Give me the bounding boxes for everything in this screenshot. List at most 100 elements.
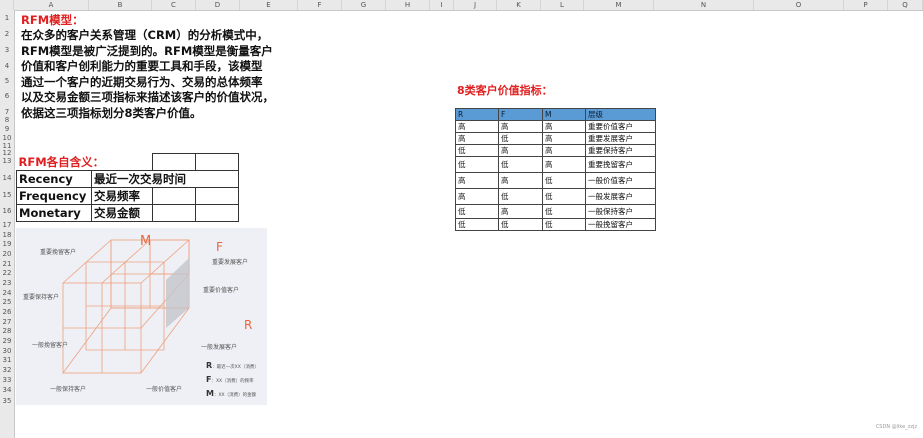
cell-r[interactable]: 低 xyxy=(455,156,499,173)
cell-level[interactable]: 一般发展客户 xyxy=(585,188,656,205)
empty-cell[interactable] xyxy=(195,186,239,205)
cell-f[interactable]: 低 xyxy=(498,188,543,205)
row-header[interactable]: 35 xyxy=(0,397,14,405)
row-header[interactable]: 7 xyxy=(0,108,14,116)
cell-f[interactable]: 高 xyxy=(498,120,543,133)
row-header[interactable]: 1 xyxy=(0,14,14,22)
column-header-b[interactable]: B xyxy=(89,0,152,10)
cell-level[interactable]: 重要发展客户 xyxy=(585,132,656,145)
cell-r[interactable]: 低 xyxy=(455,144,499,157)
row-header[interactable]: 17 xyxy=(0,221,14,229)
header-level[interactable]: 层级 xyxy=(585,108,656,121)
definition-term[interactable]: Frequency xyxy=(16,186,92,205)
row-header[interactable]: 4 xyxy=(0,62,14,70)
row-header[interactable]: 2 xyxy=(0,30,14,38)
empty-cell[interactable] xyxy=(195,203,239,222)
cell-m[interactable]: 低 xyxy=(542,172,586,189)
row-header[interactable]: 5 xyxy=(0,77,14,85)
column-header-g[interactable]: G xyxy=(342,0,386,10)
cell-m[interactable]: 高 xyxy=(542,144,586,157)
column-header-o[interactable]: O xyxy=(754,0,844,10)
select-all-corner[interactable] xyxy=(0,0,14,10)
row-header[interactable]: 29 xyxy=(0,337,14,345)
row-header[interactable]: 19 xyxy=(0,240,14,248)
cell-m[interactable]: 高 xyxy=(542,132,586,145)
cell-m[interactable]: 高 xyxy=(542,120,586,133)
rfm-model-title[interactable]: RFM模型： xyxy=(21,12,84,28)
value-table-title[interactable]: 8类客户价值指标： xyxy=(457,82,553,98)
column-header-f[interactable]: F xyxy=(298,0,342,10)
cell-f[interactable]: 高 xyxy=(498,204,543,219)
cell-f[interactable]: 高 xyxy=(498,172,543,189)
column-header-i[interactable]: I xyxy=(430,0,454,10)
row-header[interactable]: 10 xyxy=(0,134,14,142)
row-header[interactable]: 26 xyxy=(0,308,14,316)
row-header[interactable]: 28 xyxy=(0,327,14,335)
empty-cell[interactable] xyxy=(152,186,196,205)
cell-f[interactable]: 低 xyxy=(498,156,543,173)
empty-cell[interactable] xyxy=(195,153,239,171)
row-header[interactable]: 18 xyxy=(0,231,14,239)
definition-term[interactable]: Recency xyxy=(16,169,92,188)
column-header-j[interactable]: J xyxy=(454,0,497,10)
cell-level[interactable]: 一般保持客户 xyxy=(585,204,656,219)
row-header[interactable]: 6 xyxy=(0,92,14,100)
header-m[interactable]: M xyxy=(542,108,586,121)
row-header[interactable]: 21 xyxy=(0,260,14,268)
row-header[interactable]: 23 xyxy=(0,279,14,287)
row-header[interactable]: 33 xyxy=(0,376,14,384)
cell-level[interactable]: 一般挽留客户 xyxy=(585,218,656,231)
row-header[interactable]: 8 xyxy=(0,116,14,124)
empty-cell[interactable] xyxy=(152,153,196,171)
cell-r[interactable]: 高 xyxy=(455,172,499,189)
row-header[interactable]: 16 xyxy=(0,207,14,215)
definition-meaning[interactable]: 最近一次交易时间 xyxy=(91,169,239,188)
cell-m[interactable]: 低 xyxy=(542,188,586,205)
definition-title-cell[interactable]: RFM各自含义： xyxy=(16,153,153,171)
rfm-cube-image[interactable]: M F R 重要挽留客户 重要发展客户 重要保持客户 重要价值客户 一般挽留客户… xyxy=(16,228,267,405)
column-header-h[interactable]: H xyxy=(386,0,430,10)
cell-f[interactable]: 低 xyxy=(498,132,543,145)
row-header[interactable]: 30 xyxy=(0,347,14,355)
header-r[interactable]: R xyxy=(455,108,499,121)
cell-m[interactable]: 低 xyxy=(542,204,586,219)
row-header[interactable]: 31 xyxy=(0,356,14,364)
cell-f[interactable]: 低 xyxy=(498,218,543,231)
cell-level[interactable]: 重要保持客户 xyxy=(585,144,656,157)
row-header[interactable]: 15 xyxy=(0,191,14,199)
row-header[interactable]: 3 xyxy=(0,46,14,54)
cell-m[interactable]: 低 xyxy=(542,218,586,231)
row-header[interactable]: 13 xyxy=(0,157,14,165)
cell-f[interactable]: 高 xyxy=(498,144,543,157)
row-header[interactable]: 22 xyxy=(0,269,14,277)
row-header[interactable]: 32 xyxy=(0,366,14,374)
row-header[interactable]: 20 xyxy=(0,250,14,258)
cell-r[interactable]: 低 xyxy=(455,204,499,219)
row-header[interactable]: 27 xyxy=(0,318,14,326)
column-header-d[interactable]: D xyxy=(196,0,240,10)
cell-level[interactable]: 重要价值客户 xyxy=(585,120,656,133)
cell-r[interactable]: 高 xyxy=(455,188,499,205)
row-header[interactable]: 9 xyxy=(0,125,14,133)
row-header[interactable]: 34 xyxy=(0,386,14,394)
column-header-m[interactable]: M xyxy=(584,0,654,10)
column-header-e[interactable]: E xyxy=(240,0,298,10)
row-header[interactable]: 25 xyxy=(0,298,14,306)
cell-m[interactable]: 高 xyxy=(542,156,586,173)
row-header[interactable]: 24 xyxy=(0,289,14,297)
column-header-p[interactable]: P xyxy=(844,0,888,10)
definition-term[interactable]: Monetary xyxy=(16,203,92,222)
row-header[interactable]: 14 xyxy=(0,174,14,182)
cell-level[interactable]: 重要挽留客户 xyxy=(585,156,656,173)
column-header-n[interactable]: N xyxy=(654,0,754,10)
header-f[interactable]: F xyxy=(498,108,543,121)
column-header-q[interactable]: Q xyxy=(888,0,923,10)
empty-cell[interactable] xyxy=(152,203,196,222)
row-header[interactable]: 12 xyxy=(0,149,14,157)
definition-meaning[interactable]: 交易金额 xyxy=(91,203,153,222)
column-header-a[interactable]: A xyxy=(14,0,89,10)
definition-meaning[interactable]: 交易频率 xyxy=(91,186,153,205)
column-header-l[interactable]: L xyxy=(541,0,584,10)
cell-r[interactable]: 高 xyxy=(455,132,499,145)
cell-r[interactable]: 高 xyxy=(455,120,499,133)
